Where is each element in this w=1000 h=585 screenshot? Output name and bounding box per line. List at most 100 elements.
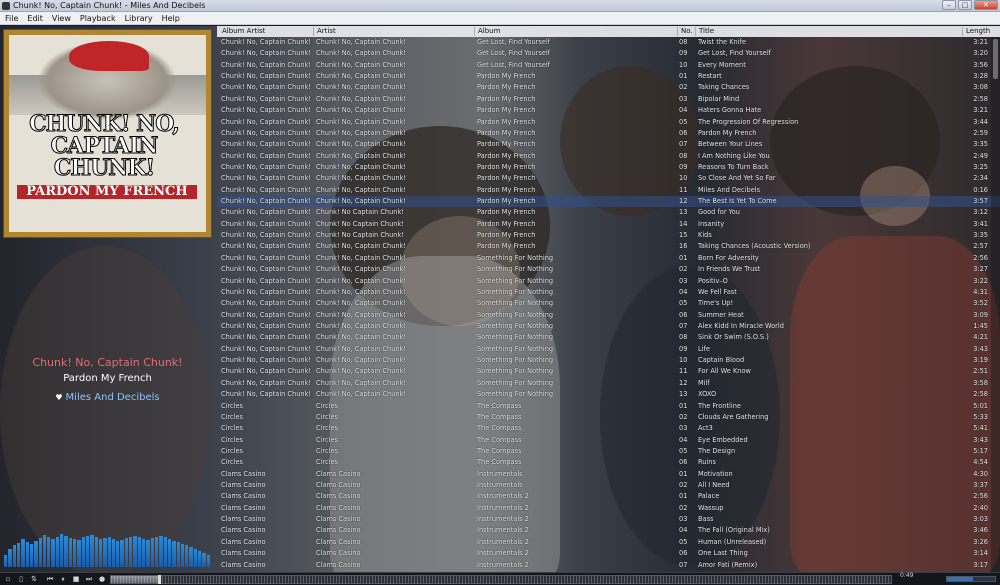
column-length[interactable]: Length bbox=[966, 26, 990, 37]
table-row[interactable]: Chunk! No, Captain Chunk! Chunk! No, Capt… bbox=[217, 173, 1000, 184]
table-row[interactable]: Circles Circles The Compass 02 Clouds Are Ga… bbox=[217, 412, 1000, 423]
table-row-playing[interactable]: Chunk! No, Captain Chunk! Chunk! No, Capt… bbox=[217, 196, 1000, 208]
table-row[interactable]: Chunk! No, Captain Chunk! Chunk! No Capta… bbox=[217, 230, 1000, 241]
table-row[interactable]: Clams Casino Clams Casino Instrumentals 2 0… bbox=[217, 560, 1000, 571]
menu-view[interactable]: View bbox=[47, 12, 75, 24]
scrollbar-thumb[interactable] bbox=[993, 39, 998, 79]
track-number-cell: 01 bbox=[679, 253, 688, 262]
table-row[interactable]: Chunk! No, Captain Chunk! Chunk! No, Capt… bbox=[217, 71, 1000, 82]
table-row[interactable]: Clams Casino Clams Casino Instrumentals 2 0… bbox=[217, 491, 1000, 502]
table-row[interactable]: Chunk! No, Captain Chunk! Chunk! No, Capt… bbox=[217, 264, 1000, 275]
album-art[interactable]: CHUNK! NO, CAPTAIN CHUNK! PARDON MY FREN… bbox=[4, 30, 211, 237]
track-length-cell: 3:37 bbox=[973, 481, 988, 490]
column-album-artist[interactable]: Album Artist bbox=[222, 26, 265, 37]
table-row[interactable]: Chunk! No, Captain Chunk! Chunk! No Capta… bbox=[217, 219, 1000, 230]
track-title-cell: For All We Know bbox=[698, 367, 751, 376]
table-row[interactable]: Clams Casino Clams Casino Instrumentals 2 0… bbox=[217, 525, 1000, 536]
table-row[interactable]: Clams Casino Clams Casino Instrumentals 01 M… bbox=[217, 469, 1000, 480]
track-length-cell: 5:17 bbox=[973, 446, 988, 455]
heart-icon[interactable]: ♥ bbox=[55, 393, 62, 402]
volume-slider[interactable] bbox=[946, 576, 996, 582]
track-title-cell: Time's Up! bbox=[698, 299, 734, 308]
shuffle-icon[interactable]: ⇅ bbox=[29, 574, 39, 584]
playlist-icon[interactable]: ▯ bbox=[16, 574, 26, 584]
table-row[interactable]: Chunk! No, Captain Chunk! Chunk! No, Capt… bbox=[217, 287, 1000, 298]
table-row[interactable]: Chunk! No, Captain Chunk! Chunk! No, Capt… bbox=[217, 128, 1000, 139]
table-row[interactable]: Clams Casino Clams Casino Instrumentals 2 0… bbox=[217, 548, 1000, 559]
maximize-button[interactable]: □ bbox=[958, 0, 972, 10]
playlist-scrollbar[interactable] bbox=[991, 37, 1000, 572]
table-row[interactable]: Clams Casino Clams Casino Instrumentals 2 0… bbox=[217, 537, 1000, 548]
previous-icon[interactable]: ⏮ bbox=[45, 574, 55, 584]
seek-thumb[interactable] bbox=[157, 575, 161, 584]
stop-after-icon[interactable]: ▫ bbox=[3, 574, 13, 584]
table-row[interactable]: Chunk! No, Captain Chunk! Chunk! No, Capt… bbox=[217, 378, 1000, 389]
table-row[interactable]: Clams Casino Clams Casino Instrumentals 2 0… bbox=[217, 503, 1000, 514]
table-row[interactable]: Chunk! No, Captain Chunk! Chunk! No, Capt… bbox=[217, 253, 1000, 264]
table-row[interactable]: Chunk! No, Captain Chunk! Chunk! No, Capt… bbox=[217, 82, 1000, 93]
table-row[interactable]: Chunk! No, Captain Chunk! Chunk! No, Capt… bbox=[217, 276, 1000, 287]
album-artist-cell: Circles bbox=[221, 424, 243, 433]
table-row[interactable]: Clams Casino Clams Casino Instrumentals 2 0… bbox=[217, 514, 1000, 525]
table-row[interactable]: Chunk! No, Captain Chunk! Chunk! No, Capt… bbox=[217, 60, 1000, 71]
table-row[interactable]: Circles Circles The Compass 03 Act3 5:41 bbox=[217, 423, 1000, 434]
spectrum-bar bbox=[29, 543, 34, 567]
record-icon[interactable]: ● bbox=[97, 574, 107, 584]
menu-file[interactable]: File bbox=[0, 12, 22, 24]
table-row[interactable]: Chunk! No, Captain Chunk! Chunk! No, Capt… bbox=[217, 298, 1000, 309]
album-artist-cell: Clams Casino bbox=[221, 526, 266, 535]
track-number-cell: 02 bbox=[679, 481, 688, 490]
table-row[interactable]: Circles Circles The Compass 01 The Frontline… bbox=[217, 401, 1000, 412]
table-row[interactable]: Chunk! No, Captain Chunk! Chunk! No, Capt… bbox=[217, 321, 1000, 332]
menu-edit[interactable]: Edit bbox=[22, 12, 47, 24]
menu-library[interactable]: Library bbox=[120, 12, 157, 24]
table-row[interactable]: Circles Circles The Compass 06 Ruins 4:54 bbox=[217, 457, 1000, 468]
track-number-cell: 10 bbox=[679, 356, 688, 365]
table-row[interactable]: Chunk! No, Captain Chunk! Chunk! No, Capt… bbox=[217, 344, 1000, 355]
track-title-cell: Alex Kidd In Miracle World bbox=[698, 322, 784, 330]
column-number[interactable]: No. bbox=[681, 26, 693, 37]
track-number-cell: 14 bbox=[679, 219, 688, 228]
table-row[interactable]: Chunk! No, Captain Chunk! Chunk! No, Capt… bbox=[217, 241, 1000, 252]
menu-help[interactable]: Help bbox=[157, 12, 184, 24]
track-length-cell: 3:43 bbox=[973, 435, 988, 444]
table-row[interactable]: Chunk! No, Captain Chunk! Chunk! No, Capt… bbox=[217, 139, 1000, 150]
table-row[interactable]: Chunk! No, Captain Chunk! Chunk! No, Capt… bbox=[217, 37, 1000, 48]
album-artist-cell: Chunk! No, Captain Chunk! bbox=[221, 242, 312, 251]
close-button[interactable]: ✕ bbox=[974, 0, 998, 10]
table-row[interactable]: Chunk! No, Captain Chunk! Chunk! No, Capt… bbox=[217, 48, 1000, 59]
album-artist-cell: Clams Casino bbox=[221, 469, 266, 478]
table-row[interactable]: Chunk! No, Captain Chunk! Chunk! No, Capt… bbox=[217, 151, 1000, 162]
track-length-cell: 2:58 bbox=[973, 94, 988, 103]
track-length-cell: 2:40 bbox=[973, 503, 988, 512]
spectrum-bar bbox=[85, 535, 90, 567]
table-row[interactable]: Chunk! No, Captain Chunk! Chunk! No, Capt… bbox=[217, 162, 1000, 173]
table-row[interactable]: Clams Casino Clams Casino Instrumentals 02 A… bbox=[217, 480, 1000, 491]
artist-cell: Clams Casino bbox=[316, 537, 361, 546]
column-title[interactable]: Title bbox=[699, 26, 714, 37]
minimize-button[interactable]: – bbox=[942, 0, 956, 10]
table-row[interactable]: Chunk! No, Captain Chunk! Chunk! No, Capt… bbox=[217, 94, 1000, 105]
table-row[interactable]: Circles Circles The Compass 04 Eye Embedded 3… bbox=[217, 435, 1000, 446]
table-row[interactable]: Chunk! No, Captain Chunk! Chunk! No, Capt… bbox=[217, 310, 1000, 321]
table-row[interactable]: Circles Circles The Compass 05 The Design 5:1… bbox=[217, 446, 1000, 457]
table-row[interactable]: Chunk! No, Captain Chunk! Chunk! No, Capt… bbox=[217, 332, 1000, 343]
column-album[interactable]: Album bbox=[478, 26, 500, 37]
table-row[interactable]: Chunk! No, Captain Chunk! Chunk! No, Capt… bbox=[217, 117, 1000, 128]
menu-playback[interactable]: Playback bbox=[75, 12, 120, 24]
table-row[interactable]: Chunk! No, Captain Chunk! Chunk! No Capta… bbox=[217, 207, 1000, 218]
seek-bar[interactable] bbox=[110, 575, 892, 584]
table-row[interactable]: Chunk! No, Captain Chunk! Chunk! No, Capt… bbox=[217, 355, 1000, 366]
artist-cell: Chunk! No, Captain Chunk! bbox=[316, 333, 407, 342]
next-icon[interactable]: ⏭ bbox=[84, 574, 94, 584]
stop-icon[interactable]: ■ bbox=[71, 574, 81, 584]
pause-icon[interactable]: ⏸ bbox=[58, 574, 68, 584]
table-row[interactable]: Chunk! No, Captain Chunk! Chunk! No, Capt… bbox=[217, 366, 1000, 377]
table-row[interactable]: Chunk! No, Captain Chunk! Chunk! No, Capt… bbox=[217, 185, 1000, 196]
now-playing-album: Pardon My French bbox=[63, 373, 152, 384]
track-title-cell: Motivation bbox=[698, 469, 733, 478]
table-row[interactable]: Chunk! No, Captain Chunk! Chunk! No, Capt… bbox=[217, 389, 1000, 400]
column-artist[interactable]: Artist bbox=[317, 26, 336, 37]
table-row[interactable]: Chunk! No, Captain Chunk! Chunk! No, Capt… bbox=[217, 105, 1000, 116]
track-title-cell: The Best Is Yet To Come bbox=[698, 197, 777, 206]
